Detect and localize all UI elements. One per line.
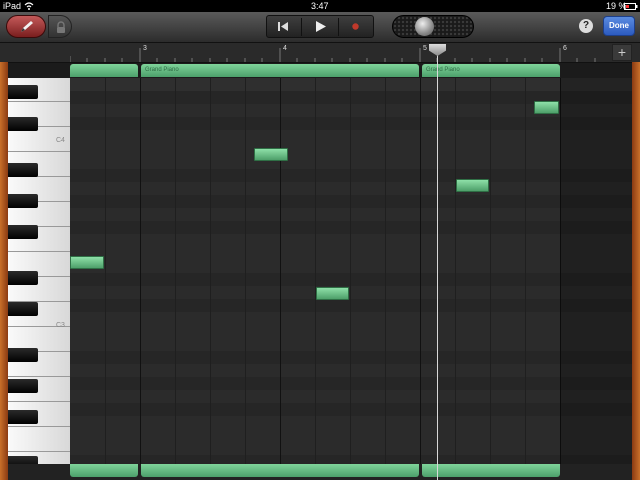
pitch-lane (70, 169, 632, 182)
region-header[interactable] (70, 64, 138, 77)
region-header[interactable]: Grand Piano (141, 64, 419, 77)
region-header[interactable]: Grand Piano (422, 64, 560, 77)
piano-black-key[interactable] (8, 410, 38, 424)
piano-black-key[interactable] (8, 163, 38, 177)
right-wood-panel (632, 62, 640, 480)
region-footer[interactable] (422, 464, 560, 477)
pitch-lane (70, 195, 632, 208)
piano-black-key[interactable] (8, 194, 38, 208)
help-button[interactable]: ? (579, 19, 593, 33)
pitch-lane (70, 78, 632, 91)
pitch-lane (70, 403, 632, 416)
piano-black-key[interactable] (8, 271, 38, 285)
wifi-icon (24, 2, 34, 10)
playhead-line[interactable] (437, 44, 438, 480)
pitch-lane (70, 377, 632, 390)
beat-line (490, 78, 491, 464)
bar-number-5: 5 (423, 45, 427, 52)
piano-black-key[interactable] (8, 225, 38, 239)
piano-black-key[interactable] (8, 379, 38, 393)
beat-line (455, 78, 456, 464)
rewind-button[interactable] (267, 16, 301, 37)
bar-number-6: 6 (563, 45, 567, 52)
ruler-ticks (70, 48, 596, 62)
play-icon (316, 21, 326, 32)
rewind-icon (278, 22, 288, 31)
beat-line (210, 78, 211, 464)
transport-controls (266, 15, 374, 38)
bar-line (420, 78, 421, 464)
piano-black-key[interactable] (8, 348, 38, 362)
piano-white-key[interactable] (8, 427, 70, 452)
lock-button[interactable] (48, 15, 72, 38)
pencil-icon (21, 21, 33, 32)
volume-knob[interactable] (415, 17, 434, 36)
status-bar: iPad 3:47 19 % (0, 0, 640, 12)
device-label: iPad (3, 1, 22, 11)
pitch-lane (70, 351, 632, 364)
pitch-lane (70, 299, 632, 312)
bar-line (140, 78, 141, 464)
region-footer[interactable] (141, 464, 419, 477)
piano-keyboard[interactable]: C4 C3 (8, 78, 70, 464)
bar-line (280, 78, 281, 464)
play-button[interactable] (302, 16, 338, 37)
beat-line (105, 78, 106, 464)
key-label-c3: C3 (56, 322, 65, 329)
midi-note[interactable] (534, 101, 559, 114)
midi-note[interactable] (254, 148, 288, 161)
pitch-lane (70, 273, 632, 286)
left-wood-panel (0, 62, 8, 480)
pitch-lane (70, 117, 632, 130)
add-section-button[interactable]: + (612, 44, 632, 61)
beat-line (245, 78, 246, 464)
piano-black-key[interactable] (8, 302, 38, 316)
master-volume-slider[interactable] (392, 15, 474, 38)
piano-black-key[interactable] (8, 456, 38, 464)
piano-roll-grid[interactable] (70, 78, 632, 464)
bar-number-4: 4 (283, 45, 287, 52)
piano-black-key[interactable] (8, 85, 38, 99)
timeline-ruler[interactable]: 3 4 5 6 (0, 43, 640, 63)
midi-note[interactable] (316, 287, 349, 300)
pitch-lane (70, 455, 632, 464)
clock: 3:47 (311, 1, 329, 11)
pitch-lane (70, 221, 632, 234)
beat-line (175, 78, 176, 464)
record-button[interactable] (339, 16, 373, 37)
pencil-edit-button[interactable] (6, 15, 46, 38)
empty-region-area (560, 78, 632, 464)
beat-line (315, 78, 316, 464)
lock-icon (57, 21, 65, 33)
beat-line (385, 78, 386, 464)
region-footer[interactable] (70, 464, 138, 477)
beat-line (525, 78, 526, 464)
done-button[interactable]: Done (603, 16, 635, 36)
key-label-c4: C4 (56, 137, 65, 144)
bar-number-3: 3 (143, 45, 147, 52)
piano-black-key[interactable] (8, 117, 38, 131)
editor-toolbar: ? Done (0, 12, 640, 43)
midi-note[interactable] (456, 179, 489, 192)
battery-icon (624, 3, 638, 10)
beat-line (350, 78, 351, 464)
midi-note[interactable] (70, 256, 104, 269)
record-icon (352, 23, 359, 30)
